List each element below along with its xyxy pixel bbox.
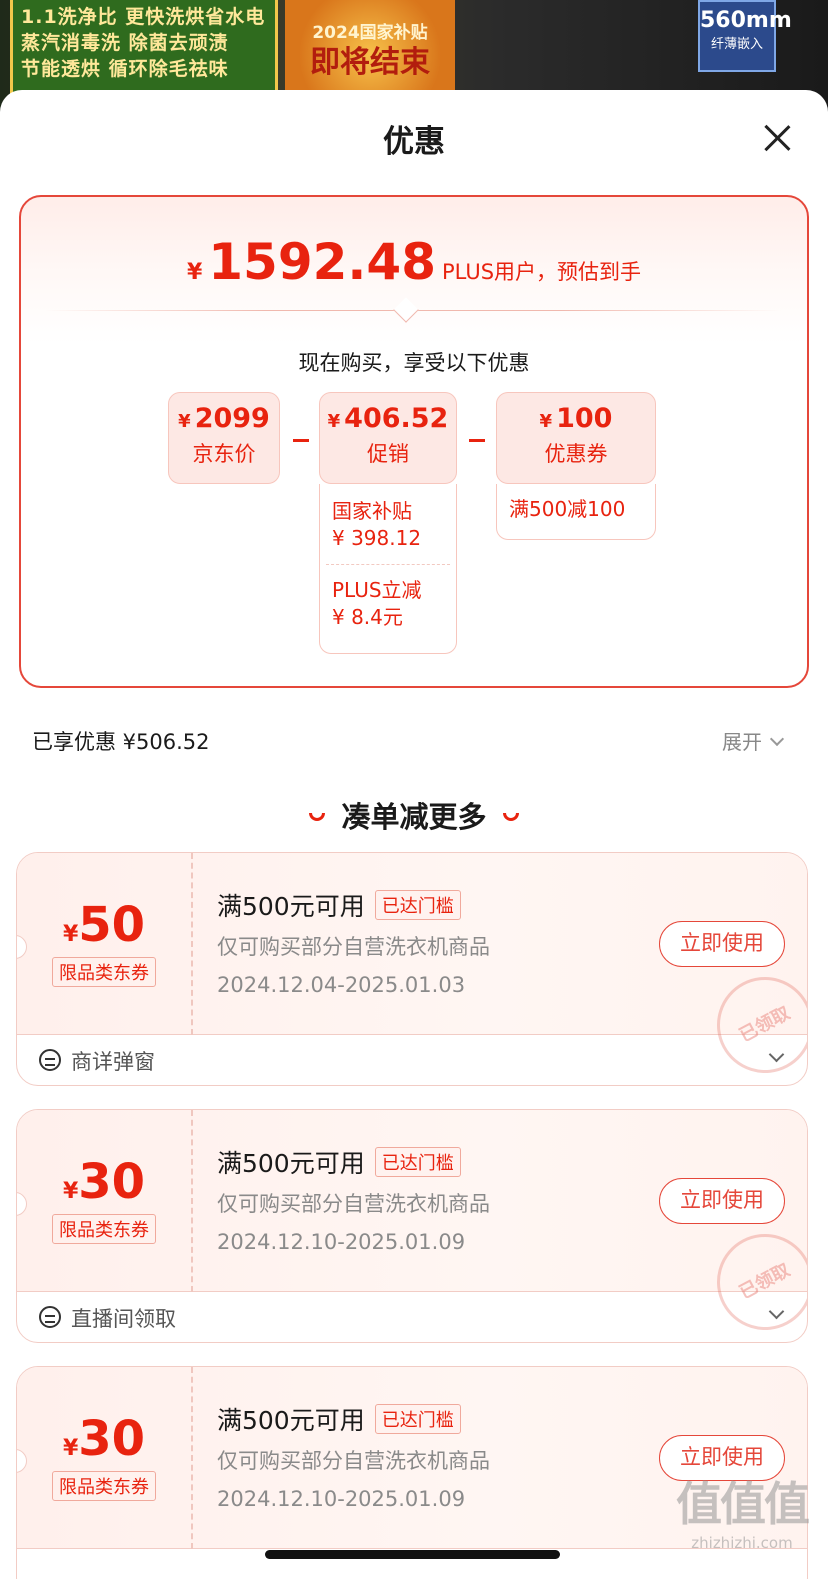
use-now-button[interactable]: 立即使用 bbox=[659, 1178, 785, 1224]
coupon-type-tag: 限品类东券 bbox=[52, 1214, 156, 1244]
coupon-condition: 满500元可用 bbox=[217, 892, 365, 921]
coupon-chip: ¥100 优惠券 bbox=[496, 392, 656, 484]
coupon-amount: 30 bbox=[78, 1154, 146, 1210]
currency-symbol: ¥ bbox=[186, 260, 203, 285]
breakdown-subtitle: 现在购买，享受以下优惠 bbox=[298, 351, 530, 375]
enjoyed-discount: 已享优惠 ¥506.52 bbox=[32, 730, 210, 754]
site-watermark: 值值值 zhizhizhi.com bbox=[676, 1468, 810, 1552]
coupon-source-row[interactable]: 商详弹窗 bbox=[17, 1035, 807, 1085]
jd-price-label: 京东价 bbox=[192, 442, 256, 466]
promo-detail-name: 国家补贴 bbox=[332, 499, 412, 523]
coupon-info: 满500元可用 已达门槛 仅可购买部分自营洗衣机商品 2024.12.10-202… bbox=[217, 1144, 490, 1254]
coupon-card: ¥30 限品类东券 满500元可用 已达门槛 仅可购买部分自营洗衣机商品 2024… bbox=[16, 1109, 808, 1343]
coupon-condition: 满500元可用 bbox=[217, 1149, 365, 1178]
promo-detail-amount: ¥ 398.12 bbox=[332, 526, 422, 550]
watermark-logo: 值值值 bbox=[676, 1477, 810, 1531]
jd-price-value: 2099 bbox=[194, 403, 270, 434]
coupon-value-block: ¥30 限品类东券 bbox=[17, 1110, 193, 1292]
coupon-condition: 满500元可用 bbox=[217, 1406, 365, 1435]
threshold-badge: 已达门槛 bbox=[374, 1404, 461, 1434]
coupon-info: 满500元可用 已达门槛 仅可购买部分自营洗衣机商品 2024.12.04-202… bbox=[217, 887, 490, 997]
currency-symbol: ¥ bbox=[539, 411, 553, 432]
smile-decoration-icon bbox=[309, 813, 326, 821]
currency-symbol: ¥ bbox=[178, 411, 191, 432]
chevron-down-icon bbox=[769, 731, 785, 747]
coupon-label: 优惠券 bbox=[544, 442, 608, 466]
dashed-divider bbox=[326, 564, 450, 565]
coupon-source: 商详弹窗 bbox=[71, 1050, 155, 1074]
jd-price-chip: ¥2099 京东价 bbox=[168, 392, 280, 484]
promo-tag: 2024国家补贴 bbox=[312, 23, 428, 43]
watermark-url: zhizhizhi.com bbox=[691, 1534, 793, 1552]
expand-toggle[interactable]: 展开 bbox=[722, 726, 785, 755]
promo-chip: ¥406.52 促销 bbox=[319, 392, 457, 484]
promo-detail-item: PLUS立减 ¥ 8.4元 bbox=[320, 577, 456, 631]
price-card: ¥1592.48 PLUS用户，预估到手 现在购买，享受以下优惠 ¥2099 京东… bbox=[19, 195, 809, 688]
estimated-price: ¥1592.48 PLUS用户，预估到手 bbox=[21, 233, 807, 291]
coupon-detail-box: 满500减100 bbox=[496, 484, 656, 540]
promo-detail-amount: ¥ 8.4元 bbox=[332, 605, 403, 629]
minus-icon bbox=[469, 439, 485, 442]
coupon-scope: 仅可购买部分自营洗衣机商品 bbox=[217, 1449, 490, 1473]
chevron-down-icon bbox=[768, 1303, 785, 1320]
price-amount: 1592.48 bbox=[208, 233, 436, 291]
minus-icon bbox=[293, 439, 309, 442]
source-icon bbox=[39, 1049, 61, 1071]
currency-symbol: ¥ bbox=[62, 922, 79, 947]
coupon-amount: 50 bbox=[78, 897, 146, 953]
price-desc: PLUS用户，预估到手 bbox=[442, 260, 642, 284]
discount-sheet: 优惠 ¥1592.48 PLUS用户，预估到手 现在购买，享受以下优惠 ¥2099… bbox=[0, 90, 828, 1579]
coupon-validity: 2024.12.10-2025.01.09 bbox=[217, 1487, 466, 1511]
coupon-type-tag: 限品类东券 bbox=[52, 1471, 156, 1501]
size-badge: 560mm 纤薄嵌入 bbox=[698, 0, 792, 72]
feature-line: 蒸汽消毒洗 除菌去顽渍 bbox=[21, 32, 229, 54]
promo-detail-name: PLUS立减 bbox=[332, 578, 422, 602]
coupon-detail-name: 满500减100 bbox=[509, 497, 626, 521]
coupon-scope: 仅可购买部分自营洗衣机商品 bbox=[217, 935, 490, 959]
use-now-button[interactable]: 立即使用 bbox=[659, 921, 785, 967]
threshold-badge: 已达门槛 bbox=[374, 1147, 461, 1177]
coupon-main: ¥30 限品类东券 满500元可用 已达门槛 仅可购买部分自营洗衣机商品 2024… bbox=[17, 1110, 807, 1342]
source-icon bbox=[39, 1306, 61, 1328]
feature-line: 1.1洗净比 更快洗烘省水电 bbox=[21, 6, 266, 28]
section-title: 凑单减更多 bbox=[341, 800, 487, 834]
promo-text: 即将结束 bbox=[310, 45, 430, 80]
coupon-scope: 仅可购买部分自营洗衣机商品 bbox=[217, 1192, 490, 1216]
chevron-down-icon bbox=[768, 1046, 785, 1063]
currency-symbol: ¥ bbox=[327, 411, 341, 432]
promo-detail-item: 国家补贴 ¥ 398.12 bbox=[320, 498, 456, 552]
coupon-type-tag: 限品类东券 bbox=[52, 957, 156, 987]
coupon-amount: 30 bbox=[78, 1411, 146, 1467]
currency-symbol: ¥ bbox=[62, 1179, 79, 1204]
sheet-title: 优惠 bbox=[383, 124, 445, 160]
currency-symbol: ¥ bbox=[62, 1436, 79, 1461]
coupon-value: 100 bbox=[556, 403, 613, 434]
size-label: 纤薄嵌入 bbox=[710, 37, 763, 52]
coupon-value-block: ¥30 限品类东券 bbox=[17, 1367, 193, 1549]
expand-label: 展开 bbox=[722, 730, 762, 754]
coupon-source: 直播间领取 bbox=[71, 1307, 176, 1331]
threshold-badge: 已达门槛 bbox=[374, 890, 461, 920]
coupon-info: 满500元可用 已达门槛 仅可购买部分自营洗衣机商品 2024.12.10-202… bbox=[217, 1401, 490, 1511]
promo-value: 406.52 bbox=[344, 403, 449, 434]
coupon-value-block: ¥50 限品类东券 bbox=[17, 853, 193, 1035]
size-value: 560mm bbox=[700, 8, 792, 33]
coupon-validity: 2024.12.04-2025.01.03 bbox=[217, 973, 466, 997]
divider-notch bbox=[393, 297, 419, 323]
smile-decoration-icon bbox=[502, 813, 519, 821]
close-icon[interactable] bbox=[757, 118, 797, 158]
coupon-main: ¥50 限品类东券 满500元可用 已达门槛 仅可购买部分自营洗衣机商品 2024… bbox=[17, 853, 807, 1085]
home-indicator[interactable] bbox=[265, 1550, 560, 1559]
coupon-card: ¥50 限品类东券 满500元可用 已达门槛 仅可购买部分自营洗衣机商品 2024… bbox=[16, 852, 808, 1086]
coupon-validity: 2024.12.10-2025.01.09 bbox=[217, 1230, 466, 1254]
feature-line: 节能透烘 循环除毛祛味 bbox=[21, 58, 229, 80]
promo-label: 促销 bbox=[367, 442, 409, 466]
promo-detail-box: 国家补贴 ¥ 398.12 PLUS立减 ¥ 8.4元 bbox=[319, 484, 457, 654]
coupon-source-row[interactable]: 直播间领取 bbox=[17, 1292, 807, 1342]
section-header: 凑单减更多 bbox=[0, 794, 828, 836]
